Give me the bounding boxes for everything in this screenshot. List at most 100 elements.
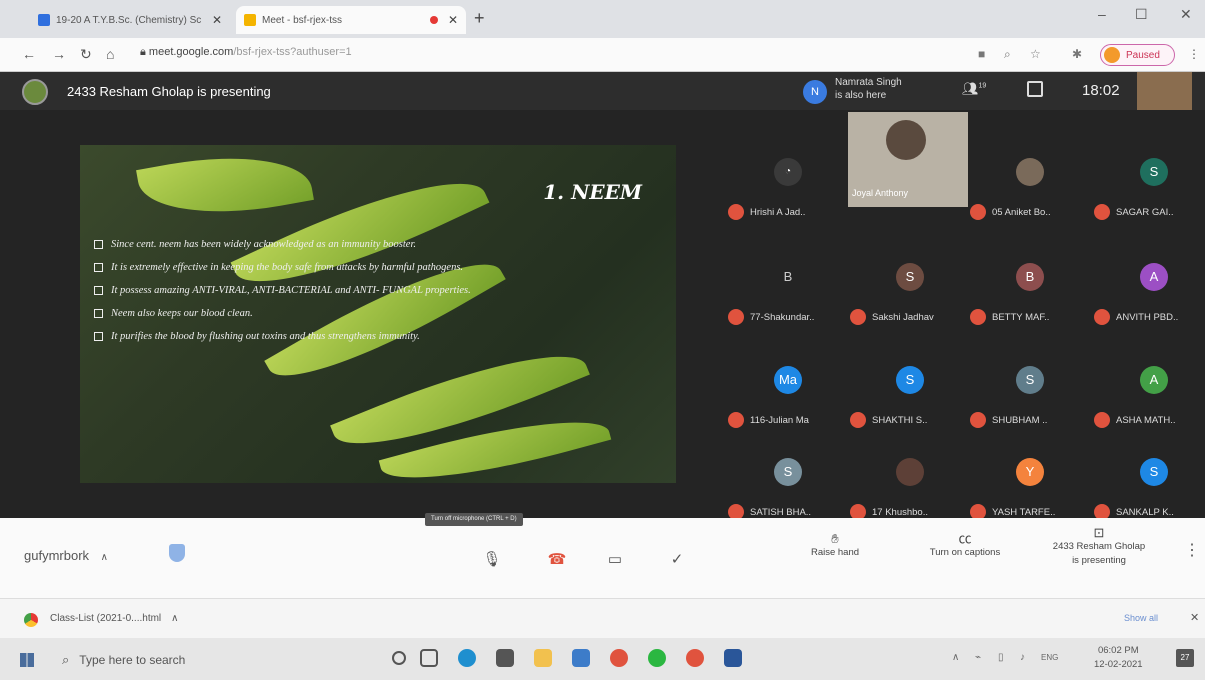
participant-name-row: ASHA MATH.. [1094, 412, 1205, 428]
home-icon[interactable]: ⌂ [106, 46, 114, 62]
presenter-avatar [22, 79, 48, 105]
downloads-bar: Class-List (2021-0....html ∧ Show all ✕ [0, 598, 1205, 638]
show-all-link[interactable]: Show all [1124, 613, 1158, 623]
close-window-button[interactable]: ✕ [1180, 6, 1192, 23]
minimize-button[interactable]: – [1098, 6, 1106, 22]
self-view-thumbnail[interactable] [1137, 72, 1192, 110]
also-here-name: Namrata Singh [835, 77, 902, 88]
participant-count: 19 [978, 82, 987, 90]
network-icon[interactable]: ⌁ [975, 652, 981, 663]
address-bar: ← → ↻ ⌂ 🔒︎ meet.google.com/bsf-rjex-tss?… [0, 38, 1205, 72]
cortana-icon[interactable] [392, 651, 406, 665]
browser-tab-strip: 19-20 A T.Y.B.Sc. (Chemistry) Sc ✕ Meet … [0, 0, 1205, 38]
file-explorer-icon[interactable] [534, 649, 552, 667]
sheets-icon [38, 14, 50, 26]
battery-icon[interactable]: ▯ [998, 652, 1004, 663]
url-path: /bsf-rjex-tss?authuser=1 [233, 46, 352, 58]
maximize-button[interactable]: ☐ [1135, 6, 1148, 23]
participant-tile[interactable]: A ANVITH PBD.. [1094, 245, 1205, 340]
url-field[interactable]: 🔒︎ meet.google.com/bsf-rjex-tss?authuser… [140, 46, 352, 59]
clock-date: 12-02-2021 [1094, 659, 1143, 670]
participant-photo-icon [896, 458, 924, 486]
avatar [1104, 47, 1120, 63]
download-item[interactable]: Class-List (2021-0....html ∧ [50, 613, 178, 624]
close-tab-icon[interactable]: ✕ [448, 13, 458, 27]
captions-button[interactable]: ㏄ Turn on captions [910, 532, 1020, 560]
notification-center-badge[interactable]: 27 [1176, 649, 1194, 667]
participant-avatar: A [1140, 263, 1168, 291]
checkmark-button[interactable]: ✓ [660, 542, 694, 576]
language-indicator[interactable]: ENG [1041, 653, 1058, 662]
speaker-icon[interactable]: ♪ [1020, 652, 1025, 663]
captions-label: Turn on captions [929, 547, 1001, 558]
presenting-label-line2: is presenting [1072, 555, 1126, 566]
windows-start-icon[interactable] [20, 653, 34, 667]
also-here-subtitle: is also here [835, 90, 887, 101]
chevron-up-icon: ∧ [100, 552, 108, 563]
chrome-icon[interactable] [686, 649, 704, 667]
extensions-icon[interactable]: ✱ [1072, 47, 1082, 61]
meeting-stage: 1. NEEM Since cent. neem has been widely… [0, 110, 1205, 520]
participant-avatar: S [896, 263, 924, 291]
microphone-icon: 🎙︎ [482, 551, 502, 568]
participant-tile[interactable]: S SAGAR GAI.. [1094, 140, 1205, 235]
whatsapp-icon[interactable] [648, 649, 666, 667]
new-tab-button[interactable]: + [474, 8, 485, 29]
mail-icon[interactable] [572, 649, 590, 667]
participants-button[interactable]: 👥︎19 [962, 81, 986, 97]
participant-avatar: S [896, 366, 924, 394]
slide-bullets: Since cent. neem has been widely acknowl… [94, 233, 654, 348]
checkbox-bullet-icon [94, 263, 103, 272]
participant-avatar: S [1016, 366, 1044, 394]
participant-name-row: SHUBHAM .. [970, 412, 1090, 428]
participant-tile[interactable]: S SHAKTHI S.. [850, 348, 970, 443]
participant-tile[interactable]: B BETTY MAF.. [970, 245, 1090, 340]
store-icon[interactable] [496, 649, 514, 667]
close-tab-icon[interactable]: ✕ [212, 13, 222, 27]
shield-icon[interactable] [169, 544, 185, 562]
taskbar-search[interactable]: ⌕ Type here to search [50, 644, 380, 676]
mic-off-icon [728, 412, 744, 428]
also-here-text: Namrata Singh is also here [835, 76, 902, 102]
participant-tile[interactable]: 05 Aniket Bo.. [970, 140, 1090, 235]
presenting-button[interactable]: ⊡ 2433 Resham Gholap is presenting [1034, 526, 1164, 568]
meeting-details-button[interactable]: gufymrbork ∧ [24, 548, 108, 563]
recording-indicator-icon [429, 16, 438, 24]
mic-off-icon [1094, 309, 1110, 325]
more-options-icon[interactable]: ⋮ [1184, 540, 1200, 560]
participant-camera-tile[interactable]: Joyal Anthony [848, 112, 968, 207]
word-icon[interactable] [724, 649, 742, 667]
reload-icon[interactable]: ↻ [80, 46, 92, 63]
participant-name-row: Sakshi Jadhav [850, 309, 970, 325]
search-icon: ⌕ [62, 652, 70, 667]
edge-icon[interactable] [458, 649, 476, 667]
mic-off-icon [728, 309, 744, 325]
tab-class-list[interactable]: 19-20 A T.Y.B.Sc. (Chemistry) Sc ✕ [30, 6, 230, 34]
participant-tile[interactable]: S SHUBHAM .. [970, 348, 1090, 443]
tab-meet[interactable]: Meet - bsf-rjex-tss ✕ [236, 6, 466, 34]
chat-icon[interactable] [1027, 81, 1043, 97]
tray-chevron-icon[interactable]: ∧ [952, 652, 959, 663]
participant-tile[interactable]: S Sakshi Jadhav [850, 245, 970, 340]
slide-bullet: Since cent. neem has been widely acknowl… [94, 233, 654, 256]
bookmark-star-icon[interactable]: ☆ [1030, 47, 1041, 61]
browser-menu-icon[interactable]: ⋮ [1188, 47, 1200, 61]
participant-tile[interactable]: ◔ Hrishi A Jad.. [728, 140, 848, 235]
participant-tile[interactable]: A ASHA MATH.. [1094, 348, 1205, 443]
raise-hand-button[interactable]: ✋︎ Raise hand [800, 532, 870, 560]
participant-tile[interactable]: B 77-Shakundar.. [728, 245, 848, 340]
close-downloads-icon[interactable]: ✕ [1190, 611, 1199, 624]
profile-button[interactable]: Paused [1100, 44, 1175, 66]
microphone-button[interactable]: 🎙︎ [475, 542, 509, 576]
back-icon[interactable]: ← [22, 46, 36, 62]
task-view-icon[interactable] [420, 649, 438, 667]
chrome-icon[interactable] [610, 649, 628, 667]
participant-tile[interactable]: Ma 116-Julian Ma [728, 348, 848, 443]
taskbar-clock[interactable]: 06:02 PM 12-02-2021 [1094, 644, 1143, 672]
leave-call-button[interactable]: ☎︎ [540, 542, 574, 576]
camera-button[interactable]: ▭ [598, 542, 632, 576]
forward-icon[interactable]: → [52, 46, 66, 62]
hand-icon: ✋︎ [831, 531, 839, 546]
zoom-icon[interactable]: ⌕ [1004, 47, 1011, 62]
camera-permission-icon[interactable]: ■ [978, 47, 985, 61]
